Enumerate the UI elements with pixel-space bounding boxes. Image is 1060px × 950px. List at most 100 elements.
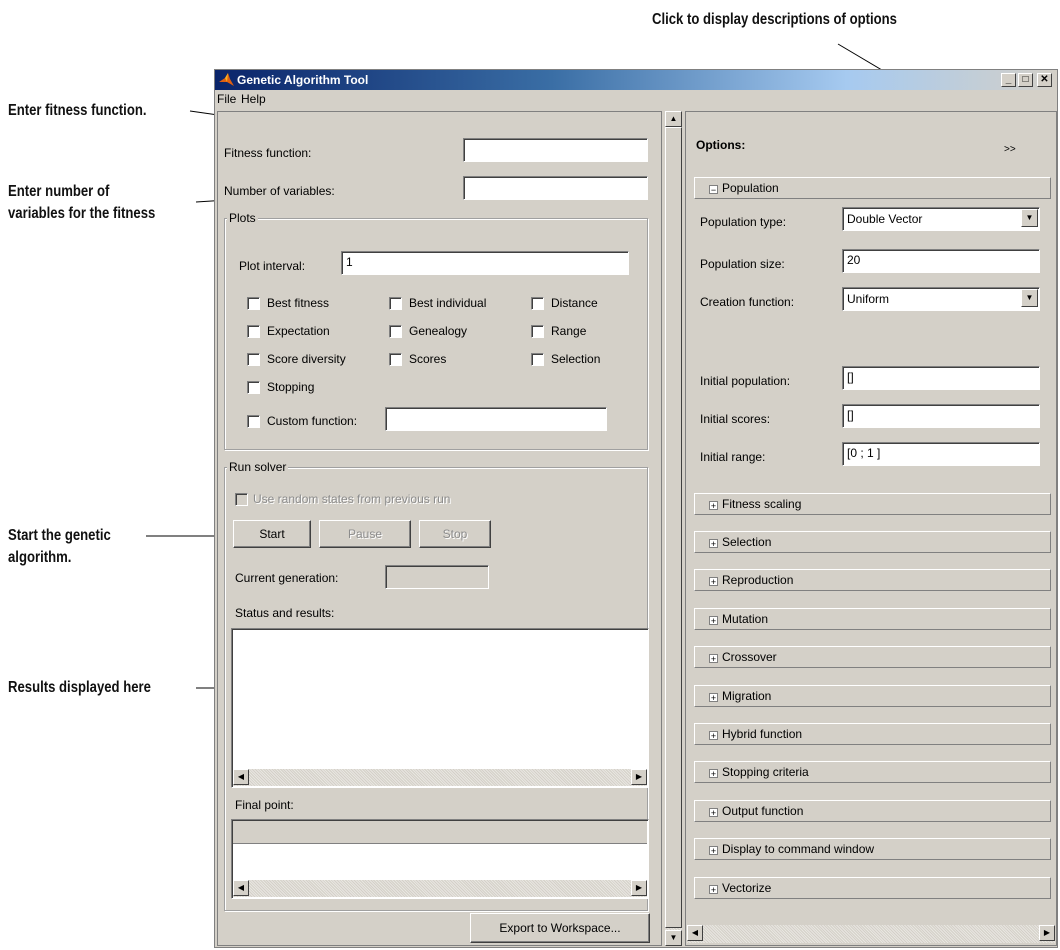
scroll-right-icon[interactable]: ▶: [1039, 925, 1055, 941]
expand-icon: +: [709, 654, 718, 664]
scroll-left-icon[interactable]: ◀: [233, 880, 249, 896]
title-bar[interactable]: Genetic Algorithm Tool _ □ ✕: [215, 70, 1057, 90]
section-mutation[interactable]: + Mutation: [694, 608, 1051, 630]
plot-interval-input[interactable]: 1: [341, 251, 629, 275]
callout-numvars-1: Enter number of: [8, 183, 110, 200]
checkbox-custom-function[interactable]: [247, 415, 260, 428]
export-to-workspace-button[interactable]: Export to Workspace...: [470, 913, 650, 943]
expand-icon: +: [709, 616, 718, 626]
options-toggle-button[interactable]: >>: [1004, 144, 1016, 155]
number-of-variables-label: Number of variables:: [224, 184, 335, 198]
left-panel-vertical-scrollbar[interactable]: ▲ ▼: [665, 111, 682, 946]
options-label: Options:: [696, 138, 746, 152]
menu-help[interactable]: Help: [241, 92, 266, 106]
initial-range-input[interactable]: [0 ; 1 ]: [842, 442, 1040, 466]
section-label: Selection: [722, 535, 772, 549]
menu-bar: File Help: [215, 90, 1057, 108]
dropdown-arrow-icon[interactable]: ▼: [1021, 289, 1038, 307]
scroll-left-icon[interactable]: ◀: [687, 925, 703, 941]
creation-function-select[interactable]: Uniform ▼: [842, 287, 1040, 311]
final-point-header: [233, 821, 647, 844]
population-size-label: Population size:: [700, 257, 785, 271]
checkbox-genealogy[interactable]: [389, 325, 402, 338]
checkbox-expectation[interactable]: [247, 325, 260, 338]
section-output-function[interactable]: + Output function: [694, 800, 1051, 822]
select-value: Uniform: [847, 292, 890, 306]
initial-population-input[interactable]: []: [842, 366, 1040, 390]
status-horizontal-scrollbar[interactable]: ◀ ▶: [233, 769, 647, 786]
section-hybrid-function[interactable]: + Hybrid function: [694, 723, 1051, 745]
section-reproduction[interactable]: + Reproduction: [694, 569, 1051, 591]
expand-icon: +: [709, 846, 718, 856]
section-fitness-scaling[interactable]: + Fitness scaling: [694, 493, 1051, 515]
checkbox-label: Best individual: [409, 296, 487, 310]
fitness-function-input[interactable]: [463, 138, 648, 162]
section-stopping-criteria[interactable]: + Stopping criteria: [694, 761, 1051, 783]
section-crossover[interactable]: + Crossover: [694, 646, 1051, 668]
checkbox-label: Score diversity: [267, 352, 346, 366]
custom-function-input[interactable]: [385, 407, 607, 431]
scroll-down-icon[interactable]: ▼: [665, 930, 682, 946]
collapse-icon: −: [709, 185, 718, 195]
scroll-up-icon[interactable]: ▲: [665, 111, 682, 127]
checkbox-label: Expectation: [267, 324, 330, 338]
expand-icon: +: [709, 501, 718, 511]
close-button[interactable]: ✕: [1037, 73, 1052, 87]
checkbox-score-diversity[interactable]: [247, 353, 260, 366]
initial-population-label: Initial population:: [700, 374, 791, 388]
start-button[interactable]: Start: [233, 520, 311, 548]
population-type-label: Population type:: [700, 215, 787, 229]
scroll-right-icon[interactable]: ▶: [631, 769, 647, 785]
section-label: Display to command window: [722, 842, 875, 856]
section-label: Migration: [722, 689, 772, 703]
minimize-button[interactable]: _: [1001, 73, 1016, 87]
section-selection[interactable]: + Selection: [694, 531, 1051, 553]
checkbox-best-fitness[interactable]: [247, 297, 260, 310]
menu-file[interactable]: File: [217, 92, 236, 106]
checkbox-selection[interactable]: [531, 353, 544, 366]
section-label: Output function: [722, 804, 804, 818]
final-point-area[interactable]: ◀ ▶: [231, 819, 649, 899]
creation-function-label: Creation function:: [700, 295, 795, 309]
scroll-thumb[interactable]: [665, 127, 682, 928]
checkbox-stopping[interactable]: [247, 381, 260, 394]
options-horizontal-scrollbar[interactable]: ◀ ▶: [687, 925, 1055, 943]
number-of-variables-input[interactable]: [463, 176, 648, 200]
section-population[interactable]: − Population: [694, 177, 1051, 199]
maximize-button[interactable]: □: [1018, 73, 1033, 87]
checkbox-random-states[interactable]: [235, 493, 248, 506]
stop-button[interactable]: Stop: [419, 520, 491, 548]
section-label: Stopping criteria: [722, 765, 809, 779]
section-vectorize[interactable]: + Vectorize: [694, 877, 1051, 899]
section-label: Fitness scaling: [722, 497, 802, 511]
section-display-to-command-window[interactable]: + Display to command window: [694, 838, 1051, 860]
checkbox-label: Best fitness: [267, 296, 330, 310]
checkbox-label: Stopping: [267, 380, 315, 394]
scroll-left-icon[interactable]: ◀: [233, 769, 249, 785]
population-size-input[interactable]: 20: [842, 249, 1040, 273]
checkbox-scores[interactable]: [389, 353, 402, 366]
run-solver-group: Run solver Use random states from previo…: [224, 460, 649, 911]
dropdown-arrow-icon[interactable]: ▼: [1021, 209, 1038, 227]
current-generation-field: [385, 565, 489, 589]
section-migration[interactable]: + Migration: [694, 685, 1051, 707]
final-point-horizontal-scrollbar[interactable]: ◀ ▶: [233, 880, 647, 897]
initial-scores-input[interactable]: []: [842, 404, 1040, 428]
population-type-select[interactable]: Double Vector ▼: [842, 207, 1040, 231]
matlab-logo-icon: [219, 73, 234, 86]
callout-start-1: Start the genetic: [8, 527, 111, 544]
checkbox-label: Selection: [551, 352, 601, 366]
select-value: Double Vector: [847, 212, 923, 226]
checkbox-range[interactable]: [531, 325, 544, 338]
plot-interval-label: Plot interval:: [239, 259, 306, 273]
checkbox-distance[interactable]: [531, 297, 544, 310]
expand-icon: +: [709, 693, 718, 703]
scroll-right-icon[interactable]: ▶: [631, 880, 647, 896]
section-label: Crossover: [722, 650, 777, 664]
checkbox-best-individual[interactable]: [389, 297, 402, 310]
custom-function-label: Custom function:: [267, 414, 358, 428]
pause-button[interactable]: Pause: [319, 520, 411, 548]
callout-numvars-2: variables for the fitness: [8, 205, 156, 222]
status-results-area[interactable]: ◀ ▶: [231, 628, 649, 788]
initial-range-label: Initial range:: [700, 450, 766, 464]
